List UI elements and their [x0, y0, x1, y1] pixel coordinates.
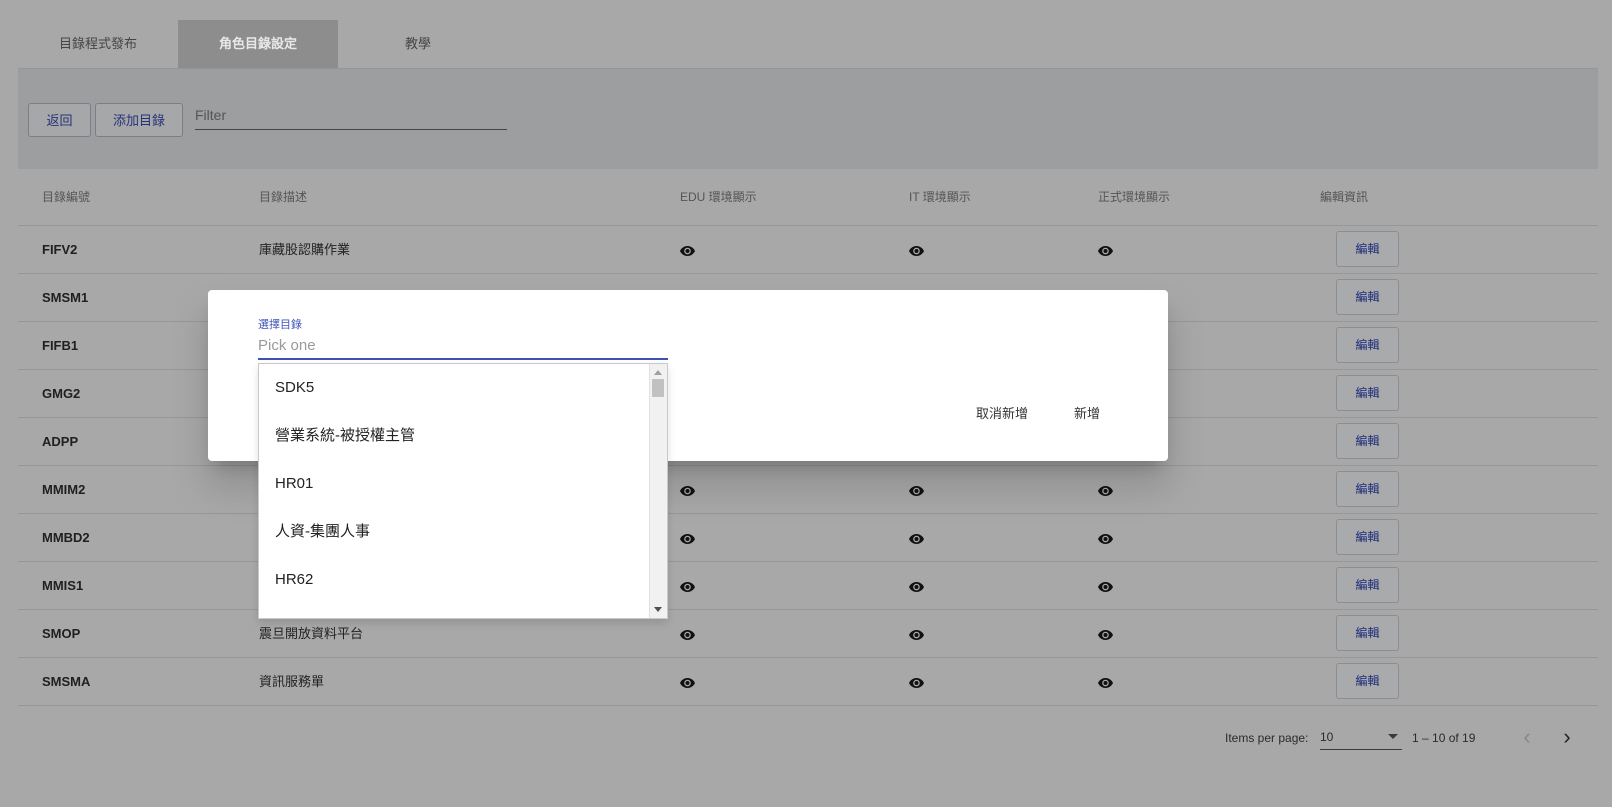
- header-edit-info: 編輯資訊: [1320, 190, 1369, 204]
- header-code: 目錄編號: [42, 190, 91, 204]
- add-catalog-button[interactable]: 添加目錄: [95, 103, 183, 137]
- row-code: SMSMA: [42, 674, 91, 689]
- scroll-up-icon[interactable]: [654, 370, 662, 375]
- edit-button[interactable]: 編輯: [1336, 519, 1399, 555]
- header-edu-env: EDU 環境顯示: [680, 190, 757, 204]
- eye-icon: [909, 483, 924, 496]
- row-code: MMIS1: [42, 578, 84, 593]
- chevron-left-icon[interactable]: ‹: [1513, 723, 1541, 751]
- confirm-add-button[interactable]: 新增: [1064, 396, 1110, 432]
- option-item[interactable]: HR62: [259, 556, 667, 604]
- page-range-label: 1 – 10 of 19: [1412, 731, 1476, 745]
- option-item[interactable]: SDK5: [259, 364, 667, 412]
- header-prod-env: 正式環境顯示: [1098, 190, 1171, 204]
- eye-icon: [1098, 675, 1113, 688]
- eye-icon: [680, 627, 695, 640]
- catalog-options-list: SDK5 營業系統-被授權主管 HR01 人資-集團人事 HR62: [258, 363, 668, 619]
- row-description: 庫藏股認購作業: [259, 242, 351, 257]
- eye-icon: [1098, 579, 1113, 592]
- eye-icon: [909, 243, 924, 256]
- table-row: MMBD2 編輯: [18, 514, 1598, 562]
- tab-tutorial[interactable]: 教學: [338, 20, 498, 68]
- row-code: GMG2: [42, 386, 81, 401]
- edit-button[interactable]: 編輯: [1336, 663, 1399, 699]
- caret-down-icon: [1388, 734, 1398, 739]
- eye-icon: [680, 483, 695, 496]
- page-size-value: 10: [1320, 730, 1334, 744]
- edit-button[interactable]: 編輯: [1336, 327, 1399, 363]
- eye-icon: [1098, 483, 1113, 496]
- edit-button[interactable]: 編輯: [1336, 471, 1399, 507]
- eye-icon: [909, 579, 924, 592]
- row-code: SMSM1: [42, 290, 89, 305]
- option-item[interactable]: 人資-集團人事: [259, 508, 667, 556]
- scroll-down-icon[interactable]: [654, 607, 662, 612]
- row-code: FIFB1: [42, 338, 79, 353]
- edit-button[interactable]: 編輯: [1336, 615, 1399, 651]
- eye-icon: [680, 579, 695, 592]
- edit-button[interactable]: 編輯: [1336, 567, 1399, 603]
- dropdown-scrollbar[interactable]: [649, 364, 667, 618]
- table-row: SMOP 震旦開放資料平台 編輯: [18, 610, 1598, 658]
- row-code: ADPP: [42, 434, 79, 449]
- edit-button[interactable]: 編輯: [1336, 375, 1399, 411]
- table-row: SMSMA 資訊服務單 編輯: [18, 658, 1598, 706]
- tab-role-catalog-settings[interactable]: 角色目錄設定: [178, 20, 338, 68]
- header-it-env: IT 環境顯示: [909, 190, 971, 204]
- eye-icon: [909, 675, 924, 688]
- eye-icon: [1098, 627, 1113, 640]
- header-description: 目錄描述: [259, 190, 308, 204]
- page-size-select[interactable]: 10: [1320, 725, 1402, 750]
- row-code: FIFV2: [42, 242, 78, 257]
- row-code: MMIM2: [42, 482, 86, 497]
- eye-icon: [680, 675, 695, 688]
- eye-icon: [680, 243, 695, 256]
- table-header: 目錄編號 目錄描述 EDU 環境顯示 IT 環境顯示 正式環境顯示 編輯資訊: [18, 170, 1598, 226]
- tab-bar: 目錄程式發布 角色目錄設定 教學: [18, 20, 1598, 69]
- row-code: SMOP: [42, 626, 81, 641]
- option-item[interactable]: HR01: [259, 460, 667, 508]
- filter-input[interactable]: Filter: [195, 101, 507, 130]
- back-button[interactable]: 返回: [28, 103, 91, 137]
- eye-icon: [909, 531, 924, 544]
- row-description: 資訊服務單: [259, 674, 325, 689]
- table-row: MMIS1 編輯: [18, 562, 1598, 610]
- table-row: MMIM2 編輯: [18, 466, 1598, 514]
- toolbar: 返回 添加目錄 Filter: [18, 69, 1598, 169]
- eye-icon: [1098, 531, 1113, 544]
- edit-button[interactable]: 編輯: [1336, 423, 1399, 459]
- tab-catalog-publish[interactable]: 目錄程式發布: [18, 20, 178, 68]
- chevron-right-icon[interactable]: ›: [1553, 723, 1581, 751]
- table-row: FIFV2 庫藏股認購作業 編輯: [18, 226, 1598, 274]
- eye-icon: [909, 627, 924, 640]
- eye-icon: [680, 531, 695, 544]
- select-catalog-input[interactable]: Pick one: [258, 334, 668, 360]
- scroll-thumb[interactable]: [652, 379, 664, 397]
- row-code: MMBD2: [42, 530, 90, 545]
- eye-icon: [1098, 243, 1113, 256]
- items-per-page-label: Items per page:: [1225, 731, 1309, 745]
- edit-button[interactable]: 編輯: [1336, 231, 1399, 267]
- cancel-add-button[interactable]: 取消新增: [966, 396, 1038, 432]
- select-catalog-label: 選擇目錄: [258, 319, 302, 331]
- option-item[interactable]: 營業系統-被授權主管: [259, 412, 667, 460]
- edit-button[interactable]: 編輯: [1336, 279, 1399, 315]
- paginator: Items per page: 10 1 – 10 of 19 ‹ ›: [18, 713, 1598, 761]
